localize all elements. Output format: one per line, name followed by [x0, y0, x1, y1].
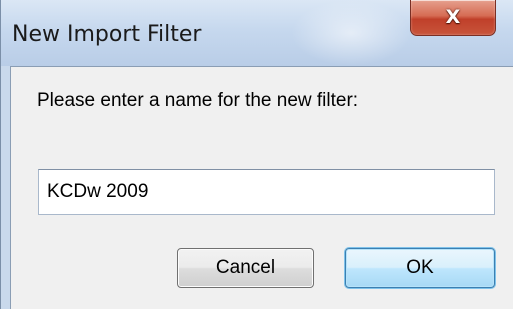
title-bar[interactable]: New Import Filter X [1, 0, 513, 66]
close-button[interactable]: X [410, 0, 496, 36]
ok-button[interactable]: OK [345, 248, 495, 288]
cancel-button[interactable]: Cancel [177, 248, 314, 288]
close-icon: X [445, 6, 461, 28]
prompt-label: Please enter a name for the new filter: [37, 90, 359, 111]
filter-name-input[interactable] [38, 169, 495, 215]
window-title: New Import Filter [12, 22, 202, 47]
